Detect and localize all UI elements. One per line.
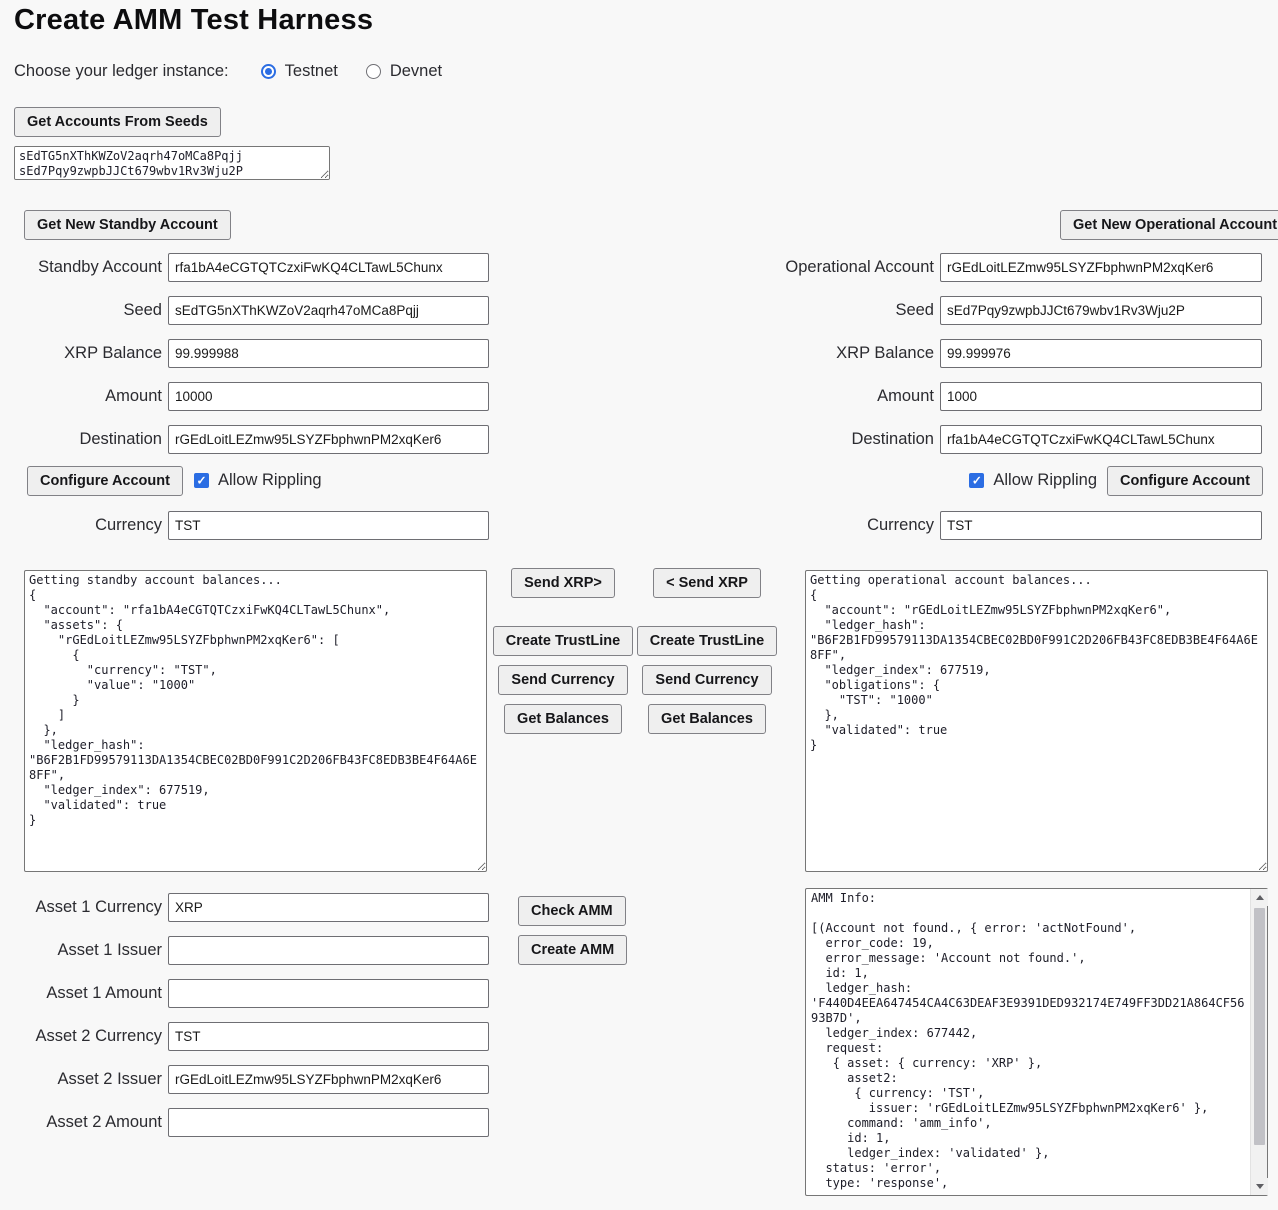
- devnet-radio-label: Devnet: [390, 62, 442, 81]
- operational-actions: < Send XRP Create TrustLine Send Currenc…: [637, 568, 777, 734]
- amm-info-scrollbar[interactable]: [1250, 889, 1267, 1195]
- scroll-down-icon[interactable]: [1251, 1178, 1268, 1195]
- standby-currency-label: Currency: [0, 516, 168, 535]
- operational-amount-field[interactable]: [940, 382, 1262, 411]
- operational-get-balances-button[interactable]: Get Balances: [648, 704, 766, 734]
- asset2-issuer-field[interactable]: [168, 1065, 489, 1094]
- testnet-radio-label: Testnet: [285, 62, 338, 81]
- standby-amount-label: Amount: [0, 387, 168, 406]
- standby-destination-field[interactable]: [168, 425, 489, 454]
- seeds-textarea[interactable]: sEdTG5nXThKWZoV2aqrh47oMCa8Pqjj sEd7Pqy9…: [14, 146, 330, 180]
- operational-destination-label: Destination: [765, 430, 940, 449]
- operational-account-field[interactable]: [940, 253, 1262, 282]
- create-amm-test-harness-page: Create AMM Test Harness Choose your ledg…: [0, 0, 1278, 1210]
- operational-xrp-balance-label: XRP Balance: [765, 344, 940, 363]
- standby-currency-field[interactable]: [168, 511, 489, 540]
- standby-xrp-balance-label: XRP Balance: [0, 344, 168, 363]
- operational-destination-field[interactable]: [940, 425, 1262, 454]
- asset1-issuer-field[interactable]: [168, 936, 489, 965]
- scrollbar-thumb[interactable]: [1254, 908, 1265, 1145]
- operational-seed-label: Seed: [765, 301, 940, 320]
- standby-account-field[interactable]: [168, 253, 489, 282]
- create-amm-button[interactable]: Create AMM: [518, 935, 627, 965]
- standby-seed-label: Seed: [0, 301, 168, 320]
- ledger-instance-chooser: Choose your ledger instance: Testnet Dev…: [14, 62, 470, 81]
- operational-seed-field[interactable]: [940, 296, 1262, 325]
- scroll-up-icon[interactable]: [1251, 889, 1268, 906]
- standby-create-trustline-button[interactable]: Create TrustLine: [493, 626, 633, 656]
- page-title: Create AMM Test Harness: [14, 4, 373, 37]
- amm-info-output[interactable]: AMM Info: [(Account not found., { error:…: [805, 888, 1268, 1196]
- standby-configure-account-button[interactable]: Configure Account: [27, 466, 183, 496]
- standby-xrp-balance-field[interactable]: [168, 339, 489, 368]
- check-icon: ✓: [196, 474, 206, 486]
- radio-option-devnet[interactable]: Devnet: [366, 62, 442, 81]
- get-new-operational-account-button[interactable]: Get New Operational Account: [1060, 210, 1278, 240]
- operational-xrp-balance-field[interactable]: [940, 339, 1262, 368]
- standby-send-currency-button[interactable]: Send Currency: [498, 665, 627, 695]
- operational-allow-rippling-label: Allow Rippling: [993, 471, 1097, 490]
- operational-account-label: Operational Account: [765, 258, 940, 277]
- operational-amount-label: Amount: [765, 387, 940, 406]
- testnet-radio[interactable]: [261, 64, 276, 79]
- check-amm-button[interactable]: Check AMM: [518, 896, 626, 926]
- amm-actions: Check AMM Create AMM: [518, 896, 627, 965]
- asset1-amount-label: Asset 1 Amount: [0, 984, 168, 1003]
- operational-create-trustline-button[interactable]: Create TrustLine: [637, 626, 777, 656]
- check-icon: ✓: [972, 474, 982, 486]
- asset1-currency-field[interactable]: [168, 893, 489, 922]
- operational-allow-rippling-checkbox[interactable]: ✓: [969, 473, 984, 488]
- standby-destination-label: Destination: [0, 430, 168, 449]
- devnet-radio[interactable]: [366, 64, 381, 79]
- standby-allow-rippling-label: Allow Rippling: [218, 471, 322, 490]
- operational-send-currency-button[interactable]: Send Currency: [642, 665, 771, 695]
- operational-currency-label: Currency: [765, 516, 940, 535]
- operational-configure-account-button[interactable]: Configure Account: [1107, 466, 1263, 496]
- asset1-amount-field[interactable]: [168, 979, 489, 1008]
- operational-currency-field[interactable]: [940, 511, 1262, 540]
- asset1-issuer-label: Asset 1 Issuer: [0, 941, 168, 960]
- get-accounts-from-seeds-button[interactable]: Get Accounts From Seeds: [14, 107, 221, 137]
- standby-seed-field[interactable]: [168, 296, 489, 325]
- ledger-instance-label: Choose your ledger instance:: [14, 62, 229, 81]
- get-new-standby-account-button[interactable]: Get New Standby Account: [24, 210, 231, 240]
- asset2-currency-field[interactable]: [168, 1022, 489, 1051]
- standby-account-label: Standby Account: [0, 258, 168, 277]
- standby-allow-rippling-checkbox[interactable]: ✓: [194, 473, 209, 488]
- asset2-amount-label: Asset 2 Amount: [0, 1113, 168, 1132]
- operational-results-output[interactable]: Getting operational account balances... …: [805, 570, 1268, 872]
- asset2-amount-field[interactable]: [168, 1108, 489, 1137]
- amm-info-text: AMM Info: [(Account not found., { error:…: [806, 889, 1250, 1195]
- send-xrp-to-operational-button[interactable]: Send XRP>: [511, 568, 615, 598]
- standby-get-balances-button[interactable]: Get Balances: [504, 704, 622, 734]
- radio-option-testnet[interactable]: Testnet: [261, 62, 338, 81]
- standby-results-output[interactable]: Getting standby account balances... { "a…: [24, 570, 487, 872]
- standby-actions: Send XRP> Create TrustLine Send Currency…: [493, 568, 633, 734]
- asset2-issuer-label: Asset 2 Issuer: [0, 1070, 168, 1089]
- standby-amount-field[interactable]: [168, 382, 489, 411]
- asset2-currency-label: Asset 2 Currency: [0, 1027, 168, 1046]
- send-xrp-to-standby-button[interactable]: < Send XRP: [653, 568, 761, 598]
- asset1-currency-label: Asset 1 Currency: [0, 898, 168, 917]
